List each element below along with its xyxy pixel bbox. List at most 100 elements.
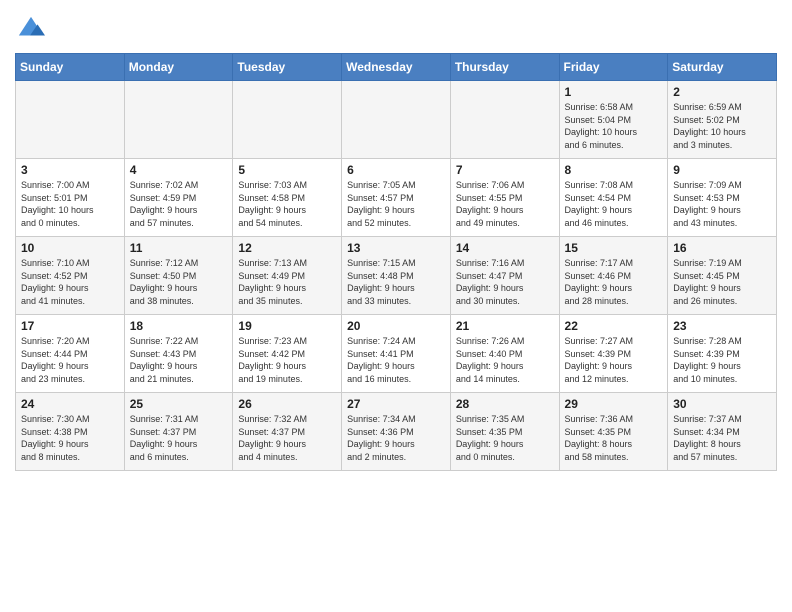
calendar-week-row: 1 Sunrise: 6:58 AM Sunset: 5:04 PM Daylig… [16, 81, 777, 159]
weekday-header: Tuesday [233, 54, 342, 81]
day-number: 14 [456, 241, 554, 255]
calendar-day-cell: 1 Sunrise: 6:58 AM Sunset: 5:04 PM Daylig… [559, 81, 668, 159]
day-info: Sunrise: 7:03 AM Sunset: 4:58 PM Dayligh… [238, 179, 336, 229]
day-info: Sunrise: 7:17 AM Sunset: 4:46 PM Dayligh… [565, 257, 663, 307]
calendar-week-row: 24 Sunrise: 7:30 AM Sunset: 4:38 PM Dayli… [16, 393, 777, 471]
calendar-day-cell: 9 Sunrise: 7:09 AM Sunset: 4:53 PM Daylig… [668, 159, 777, 237]
day-number: 12 [238, 241, 336, 255]
day-info: Sunrise: 7:28 AM Sunset: 4:39 PM Dayligh… [673, 335, 771, 385]
calendar-day-cell: 17 Sunrise: 7:20 AM Sunset: 4:44 PM Dayli… [16, 315, 125, 393]
weekday-header: Thursday [450, 54, 559, 81]
calendar-day-cell: 18 Sunrise: 7:22 AM Sunset: 4:43 PM Dayli… [124, 315, 233, 393]
day-info: Sunrise: 7:09 AM Sunset: 4:53 PM Dayligh… [673, 179, 771, 229]
day-number: 9 [673, 163, 771, 177]
day-info: Sunrise: 6:58 AM Sunset: 5:04 PM Dayligh… [565, 101, 663, 151]
calendar-day-cell: 30 Sunrise: 7:37 AM Sunset: 4:34 PM Dayli… [668, 393, 777, 471]
calendar-day-cell [124, 81, 233, 159]
calendar-day-cell: 10 Sunrise: 7:10 AM Sunset: 4:52 PM Dayli… [16, 237, 125, 315]
calendar-day-cell: 27 Sunrise: 7:34 AM Sunset: 4:36 PM Dayli… [342, 393, 451, 471]
day-info: Sunrise: 7:35 AM Sunset: 4:35 PM Dayligh… [456, 413, 554, 463]
weekday-header: Saturday [668, 54, 777, 81]
day-number: 2 [673, 85, 771, 99]
day-number: 11 [130, 241, 228, 255]
day-number: 17 [21, 319, 119, 333]
day-info: Sunrise: 7:32 AM Sunset: 4:37 PM Dayligh… [238, 413, 336, 463]
day-number: 22 [565, 319, 663, 333]
day-number: 19 [238, 319, 336, 333]
day-number: 21 [456, 319, 554, 333]
day-info: Sunrise: 7:08 AM Sunset: 4:54 PM Dayligh… [565, 179, 663, 229]
header [15, 15, 777, 43]
day-info: Sunrise: 7:30 AM Sunset: 4:38 PM Dayligh… [21, 413, 119, 463]
day-number: 1 [565, 85, 663, 99]
calendar-day-cell: 20Sunrise: 7:24 AM Sunset: 4:41 PM Dayli… [342, 315, 451, 393]
calendar-day-cell: 11 Sunrise: 7:12 AM Sunset: 4:50 PM Dayli… [124, 237, 233, 315]
calendar-day-cell: 7Sunrise: 7:06 AM Sunset: 4:55 PM Daylig… [450, 159, 559, 237]
day-number: 13 [347, 241, 445, 255]
day-info: Sunrise: 6:59 AM Sunset: 5:02 PM Dayligh… [673, 101, 771, 151]
calendar-day-cell [233, 81, 342, 159]
logo [15, 15, 45, 43]
calendar-day-cell: 16 Sunrise: 7:19 AM Sunset: 4:45 PM Dayli… [668, 237, 777, 315]
calendar-day-cell: 12 Sunrise: 7:13 AM Sunset: 4:49 PM Dayli… [233, 237, 342, 315]
day-number: 8 [565, 163, 663, 177]
day-info: Sunrise: 7:31 AM Sunset: 4:37 PM Dayligh… [130, 413, 228, 463]
day-number: 10 [21, 241, 119, 255]
day-number: 5 [238, 163, 336, 177]
day-number: 23 [673, 319, 771, 333]
calendar-day-cell: 25Sunrise: 7:31 AM Sunset: 4:37 PM Dayli… [124, 393, 233, 471]
weekday-header: Wednesday [342, 54, 451, 81]
day-info: Sunrise: 7:12 AM Sunset: 4:50 PM Dayligh… [130, 257, 228, 307]
weekday-header: Monday [124, 54, 233, 81]
calendar-day-cell [450, 81, 559, 159]
day-number: 18 [130, 319, 228, 333]
calendar-day-cell: 6 Sunrise: 7:05 AM Sunset: 4:57 PM Daylig… [342, 159, 451, 237]
day-number: 26 [238, 397, 336, 411]
page-container: SundayMondayTuesdayWednesdayThursdayFrid… [0, 0, 792, 481]
day-number: 29 [565, 397, 663, 411]
day-number: 30 [673, 397, 771, 411]
day-number: 3 [21, 163, 119, 177]
day-info: Sunrise: 7:23 AM Sunset: 4:42 PM Dayligh… [238, 335, 336, 385]
day-info: Sunrise: 7:27 AM Sunset: 4:39 PM Dayligh… [565, 335, 663, 385]
day-info: Sunrise: 7:34 AM Sunset: 4:36 PM Dayligh… [347, 413, 445, 463]
day-info: Sunrise: 7:19 AM Sunset: 4:45 PM Dayligh… [673, 257, 771, 307]
calendar-week-row: 10 Sunrise: 7:10 AM Sunset: 4:52 PM Dayli… [16, 237, 777, 315]
calendar-day-cell: 15 Sunrise: 7:17 AM Sunset: 4:46 PM Dayli… [559, 237, 668, 315]
day-info: Sunrise: 7:02 AM Sunset: 4:59 PM Dayligh… [130, 179, 228, 229]
weekday-header: Friday [559, 54, 668, 81]
day-info: Sunrise: 7:24 AM Sunset: 4:41 PM Dayligh… [347, 335, 445, 385]
calendar-body: 1 Sunrise: 6:58 AM Sunset: 5:04 PM Daylig… [16, 81, 777, 471]
day-info: Sunrise: 7:37 AM Sunset: 4:34 PM Dayligh… [673, 413, 771, 463]
calendar-day-cell: 22 Sunrise: 7:27 AM Sunset: 4:39 PM Dayli… [559, 315, 668, 393]
calendar-day-cell: 28Sunrise: 7:35 AM Sunset: 4:35 PM Dayli… [450, 393, 559, 471]
calendar-day-cell: 24 Sunrise: 7:30 AM Sunset: 4:38 PM Dayli… [16, 393, 125, 471]
day-number: 6 [347, 163, 445, 177]
calendar-day-cell: 2 Sunrise: 6:59 AM Sunset: 5:02 PM Daylig… [668, 81, 777, 159]
day-info: Sunrise: 7:20 AM Sunset: 4:44 PM Dayligh… [21, 335, 119, 385]
day-info: Sunrise: 7:36 AM Sunset: 4:35 PM Dayligh… [565, 413, 663, 463]
logo-icon [17, 15, 45, 43]
day-number: 7 [456, 163, 554, 177]
day-info: Sunrise: 7:26 AM Sunset: 4:40 PM Dayligh… [456, 335, 554, 385]
calendar-day-cell: 14 Sunrise: 7:16 AM Sunset: 4:47 PM Dayli… [450, 237, 559, 315]
day-info: Sunrise: 7:16 AM Sunset: 4:47 PM Dayligh… [456, 257, 554, 307]
calendar-week-row: 17 Sunrise: 7:20 AM Sunset: 4:44 PM Dayli… [16, 315, 777, 393]
calendar-day-cell: 3 Sunrise: 7:00 AM Sunset: 5:01 PM Daylig… [16, 159, 125, 237]
calendar-table: SundayMondayTuesdayWednesdayThursdayFrid… [15, 53, 777, 471]
day-info: Sunrise: 7:10 AM Sunset: 4:52 PM Dayligh… [21, 257, 119, 307]
day-info: Sunrise: 7:00 AM Sunset: 5:01 PM Dayligh… [21, 179, 119, 229]
day-number: 4 [130, 163, 228, 177]
weekday-header: Sunday [16, 54, 125, 81]
day-number: 24 [21, 397, 119, 411]
day-info: Sunrise: 7:05 AM Sunset: 4:57 PM Dayligh… [347, 179, 445, 229]
day-number: 15 [565, 241, 663, 255]
day-number: 16 [673, 241, 771, 255]
calendar-week-row: 3 Sunrise: 7:00 AM Sunset: 5:01 PM Daylig… [16, 159, 777, 237]
day-number: 27 [347, 397, 445, 411]
day-info: Sunrise: 7:22 AM Sunset: 4:43 PM Dayligh… [130, 335, 228, 385]
calendar-day-cell: 4 Sunrise: 7:02 AM Sunset: 4:59 PM Daylig… [124, 159, 233, 237]
calendar-day-cell: 21 Sunrise: 7:26 AM Sunset: 4:40 PM Dayli… [450, 315, 559, 393]
day-info: Sunrise: 7:13 AM Sunset: 4:49 PM Dayligh… [238, 257, 336, 307]
calendar-day-cell [342, 81, 451, 159]
